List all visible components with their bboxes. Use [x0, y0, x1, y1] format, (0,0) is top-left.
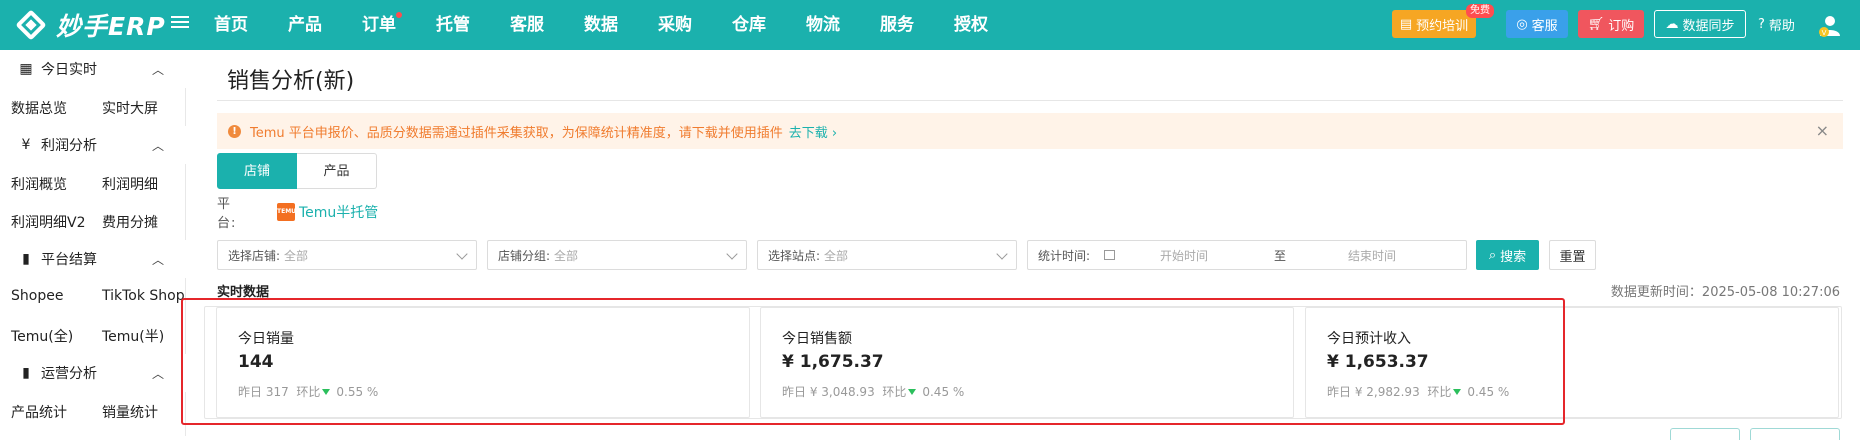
platform-row: 平 台: TEMU Temu半托管 — [217, 197, 378, 231]
bottom-button-2[interactable] — [1750, 428, 1840, 440]
page-title: 销售分析(新) — [227, 69, 355, 94]
sidebar-group-today[interactable]: ▦ 今日实时 ︿ — [0, 50, 186, 88]
customer-service-button[interactable]: ◎ 客服 — [1506, 10, 1568, 38]
svg-text:V: V — [1822, 29, 1827, 37]
chevron-down-icon — [996, 248, 1008, 260]
warning-icon: ! — [228, 124, 241, 138]
main-nav: 首页 产品 订单 托管 客服 数据 采购 仓库 物流 服务 授权 — [214, 0, 1028, 50]
chat-icon: ▤ — [1399, 16, 1413, 32]
sidebar-item-cost-share[interactable]: 费用分摊 — [102, 212, 158, 232]
highlight-annotation — [181, 298, 1565, 425]
chevron-up-icon: ︿ — [151, 366, 164, 381]
nav-hosting[interactable]: 托管 — [436, 0, 470, 50]
menu-toggle-icon[interactable] — [171, 13, 189, 31]
tab-store[interactable]: 店铺 — [217, 153, 297, 189]
logo-mark-icon — [14, 8, 48, 42]
sidebar-item-profit-detail-v2[interactable]: 利润明细V2 — [11, 212, 85, 232]
view-tabs: 店铺 产品 — [217, 153, 377, 189]
sidebar-item-sales-stats[interactable]: 销量统计 — [102, 402, 158, 422]
cart-icon: 🛒︎ — [1587, 16, 1605, 32]
notification-dot — [396, 12, 402, 18]
close-icon[interactable]: × — [1816, 121, 1829, 140]
nav-customer-service[interactable]: 客服 — [510, 0, 544, 50]
nav-data[interactable]: 数据 — [584, 0, 618, 50]
sidebar-item-tiktok[interactable]: TikTok Shop — [102, 288, 185, 304]
chevron-down-icon — [726, 248, 738, 260]
app-logo[interactable]: 妙手ERP — [14, 7, 166, 43]
subscribe-button[interactable]: 🛒︎ 订购 — [1578, 10, 1644, 38]
start-date-input[interactable]: 开始时间 — [1160, 247, 1208, 264]
sidebar-item-data-overview[interactable]: 数据总览 — [11, 98, 67, 118]
sidebar-item-product-stats[interactable]: 产品统计 — [11, 402, 67, 422]
store-select[interactable]: 选择店铺: 全部 — [217, 240, 477, 270]
nav-purchase[interactable]: 采购 — [658, 0, 692, 50]
chevron-down-icon — [456, 248, 468, 260]
free-badge: 免费 — [1466, 4, 1494, 18]
nav-authorization[interactable]: 授权 — [954, 0, 988, 50]
tab-product[interactable]: 产品 — [297, 153, 377, 189]
bar-chart-icon: ▮ — [22, 251, 30, 267]
nav-logistics[interactable]: 物流 — [806, 0, 840, 50]
divider — [217, 100, 1843, 101]
headset-icon: ◎ — [1516, 16, 1528, 32]
download-link[interactable]: 去下载 › — [789, 122, 837, 141]
date-range-picker[interactable]: 统计时间: 开始时间 至 结束时间 — [1027, 240, 1467, 270]
notice-text: Temu 平台申报价、品质分数据需通过插件采集获取，为保障统计精准度，请下载并使… — [250, 125, 783, 141]
calendar-icon: ▦ — [19, 61, 33, 77]
data-sync-button[interactable]: ☁ 数据同步 — [1654, 10, 1746, 38]
bottom-button-1[interactable] — [1670, 428, 1740, 440]
nav-services[interactable]: 服务 — [880, 0, 914, 50]
bar-chart-icon: ▮ — [22, 365, 30, 381]
chevron-up-icon: ︿ — [151, 138, 164, 153]
sidebar-group-operations[interactable]: ▮ 运营分析 ︿ — [0, 354, 186, 392]
search-button[interactable]: ⌕ 搜索 — [1476, 240, 1539, 270]
site-select[interactable]: 选择站点: 全部 — [757, 240, 1017, 270]
logo-text: 妙手ERP — [56, 12, 166, 41]
end-date-input[interactable]: 结束时间 — [1348, 247, 1396, 264]
sidebar-item-temu-half[interactable]: Temu(半) — [102, 326, 164, 346]
store-group-select[interactable]: 店铺分组: 全部 — [487, 240, 747, 270]
update-time: 数据更新时间：2025-05-08 10:27:06 — [1610, 285, 1840, 300]
cloud-icon: ☁ — [1665, 16, 1679, 32]
nav-orders[interactable]: 订单 — [362, 0, 402, 50]
nav-warehouse[interactable]: 仓库 — [732, 0, 766, 50]
calendar-icon — [1104, 250, 1116, 260]
sidebar-item-profit-detail[interactable]: 利润明细 — [102, 174, 158, 194]
nav-products[interactable]: 产品 — [288, 0, 322, 50]
user-avatar-icon[interactable]: V — [1818, 13, 1842, 37]
question-icon: ? — [1758, 16, 1765, 32]
notice-banner: ! Temu 平台申报价、品质分数据需通过插件采集获取，为保障统计精准度，请下载… — [217, 113, 1843, 149]
sidebar-group-settlement[interactable]: ▮ 平台结算 ︿ — [0, 240, 186, 278]
platform-value[interactable]: Temu半托管 — [299, 202, 378, 222]
book-training-button[interactable]: ▤ 预约培训 — [1392, 10, 1476, 38]
reset-button[interactable]: 重置 — [1549, 240, 1596, 270]
nav-home[interactable]: 首页 — [214, 0, 248, 50]
chevron-up-icon: ︿ — [151, 252, 164, 267]
sidebar-group-profit[interactable]: ¥ 利润分析 ︿ — [0, 126, 186, 164]
sidebar-item-realtime-screen[interactable]: 实时大屏 — [102, 98, 158, 118]
range-separator: 至 — [1274, 248, 1287, 263]
sidebar-item-temu-full[interactable]: Temu(全) — [11, 326, 73, 346]
sidebar: ▦ 今日实时 ︿ 数据总览 实时大屏 ¥ 利润分析 ︿ 利润概览 利润明细 利润… — [0, 50, 186, 436]
chevron-up-icon: ︿ — [151, 62, 164, 77]
search-icon: ⌕ — [1488, 247, 1497, 263]
yen-icon: ¥ — [21, 137, 31, 153]
help-link[interactable]: ? 帮助 — [1758, 10, 1810, 38]
platform-label: 平 台: — [217, 197, 260, 231]
sidebar-item-profit-overview[interactable]: 利润概览 — [11, 174, 67, 194]
temu-logo-icon: TEMU — [277, 203, 296, 221]
sidebar-item-shopee[interactable]: Shopee — [11, 288, 63, 304]
top-bar: 妙手ERP 首页 产品 订单 托管 客服 数据 采购 仓库 物流 服务 授权 ▤… — [0, 0, 1860, 50]
